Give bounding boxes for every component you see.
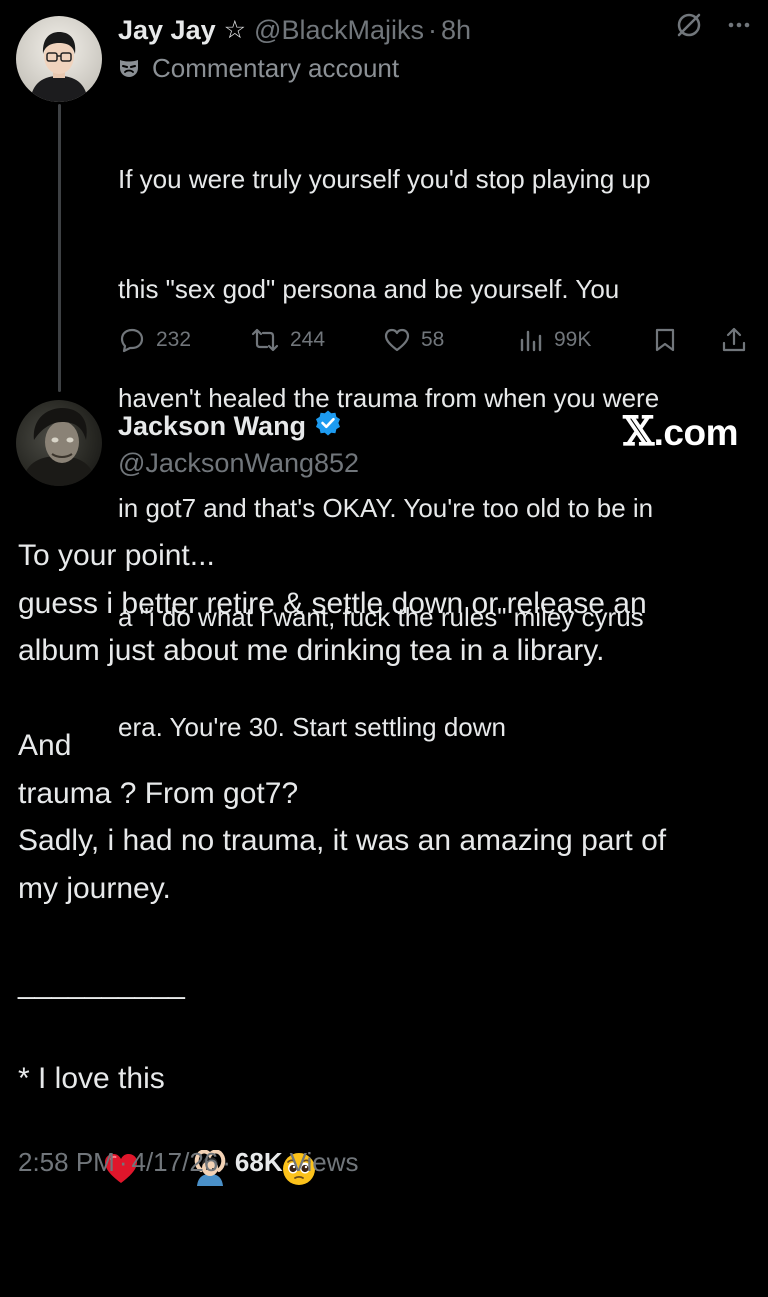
like-button[interactable]: 58 [383,318,444,362]
avatar-jackson-wang[interactable] [16,400,102,486]
main-text-last-line: * I love this [18,1055,748,1186]
main-tweet-footer: 2:58 PM · 4/17/26 · 68K Views [18,1144,359,1180]
x-com-watermark: 𝕏.com [623,408,738,455]
verified-badge-icon[interactable] [314,409,342,444]
reply-text-line: in got7 and that's OKAY. You're too old … [118,492,654,523]
like-count: 58 [421,328,445,351]
main-text-line: Sadly, i had no trauma, it was an amazin… [18,824,667,857]
main-tweet-name-row: Jackson Wang [118,406,342,446]
avatar-portrait-icon [30,32,88,102]
main-display-name[interactable]: Jackson Wang [118,411,306,442]
tweet-date[interactable]: 4/17/26 [132,1147,219,1178]
reply-count: 232 [156,328,192,351]
footer-separator: · [222,1146,231,1177]
tweet-views-label: Views [289,1146,359,1177]
bar-chart-icon [520,330,542,352]
mask-icon [120,60,138,77]
tweet-views-count[interactable]: 68K [235,1147,283,1178]
repost-icon [251,328,279,352]
main-handle[interactable]: @JacksonWang852 [118,444,359,482]
views-button[interactable]: 99K [518,318,591,362]
main-text-line: And [18,729,72,762]
main-text-line [18,912,748,960]
main-tweet-text: To your point... guess i better retire &… [18,532,748,1186]
more-options-icon[interactable] [726,12,752,43]
main-text-line [18,675,748,723]
reply-text-line: this "sex god" persona and be yourself. … [118,273,620,304]
heart-outline-icon [384,328,410,352]
share-icon [722,327,746,352]
share-button[interactable] [720,318,758,362]
main-text-line: To your point... [18,539,215,572]
reply-text-line: If you were truly yourself you'd stop pl… [118,164,651,194]
bookmark-button[interactable] [652,318,688,362]
x-logo-icon: 𝕏 [623,408,654,455]
main-text-line: guess i better retire & settle down or r… [18,586,647,620]
view-count: 99K [554,328,592,351]
main-text-line: * I love this [18,1061,165,1095]
star-outline-icon: ☆ [223,16,247,44]
repost-button[interactable]: 244 [250,318,325,362]
repost-count: 244 [290,328,326,351]
account-label[interactable]: Commentary account [118,50,399,86]
footer-separator: · [118,1146,128,1177]
reply-tweet-header: Jay Jay ☆ @BlackMajiks · 8h [118,10,471,50]
reply-button[interactable]: 232 [118,318,191,362]
reply-display-name[interactable]: Jay Jay [118,15,216,46]
main-text-line: trauma ? From got7? [18,776,299,810]
grok-icon[interactable] [676,12,702,43]
tweet-time[interactable]: 2:58 PM [18,1147,115,1178]
avatar-portrait-icon [22,408,96,486]
main-text-line: album just about me drinking tea in a li… [18,634,605,667]
main-text-line [18,1007,748,1055]
header-separator: · [427,14,437,45]
reply-timestamp[interactable]: 8h [441,15,471,46]
speech-bubble-icon [120,328,144,353]
bookmark-icon [655,328,675,352]
reply-handle[interactable]: @BlackMajiks [254,15,424,46]
thread-connector-line [58,104,61,392]
main-text-line: my journey. [18,871,171,905]
account-label-text: Commentary account [152,52,400,83]
reply-action-bar: 232 244 58 99K [118,318,750,362]
reply-top-right-actions [676,12,752,43]
brand-domain: .com [653,412,739,453]
main-text-divider: __________ [18,966,185,1000]
avatar-jay-jay[interactable] [16,16,102,102]
